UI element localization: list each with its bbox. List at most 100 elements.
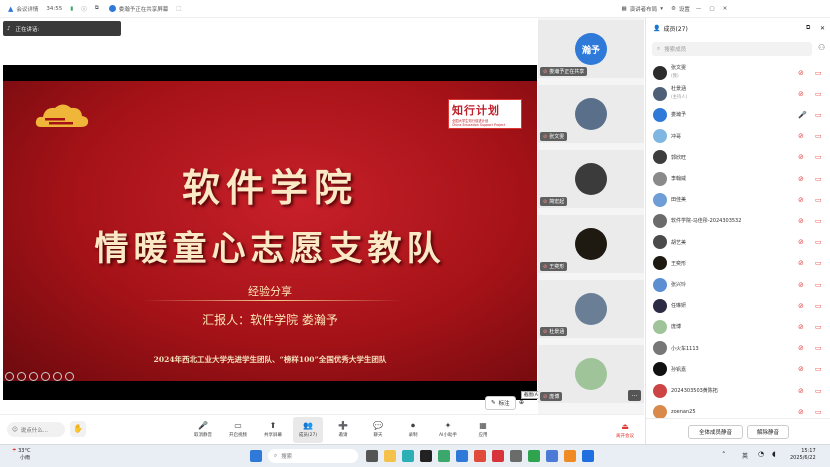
member-row[interactable]: 娄瀚予 🎤 ▭ (646, 104, 830, 125)
mute-all-button[interactable]: 全体成员静音 (688, 425, 743, 439)
toolbar-button-share-screen[interactable]: ⬆ 共享屏幕 (258, 417, 288, 443)
member-row[interactable]: 2024303503黄陈拓 ⊘ ▭ (646, 380, 830, 401)
mic-off-icon[interactable]: ⊘ (798, 238, 804, 246)
member-row[interactable]: 王奕形 ⊘ ▭ (646, 253, 830, 274)
mic-off-icon[interactable]: ⊘ (798, 323, 804, 331)
meeting-app-icon[interactable] (582, 450, 594, 462)
mic-off-icon[interactable]: ⊘ (798, 217, 804, 225)
member-row[interactable]: 庞博 ⊘ ▭ (646, 316, 830, 337)
camera-off-icon[interactable]: ▭ (815, 175, 822, 183)
close-button[interactable]: ✕ (723, 6, 728, 12)
camera-off-icon[interactable]: ▭ (815, 344, 822, 352)
toolbar-button-mic-off[interactable]: 🎤 取消静音 (188, 417, 218, 443)
app-icon-8[interactable] (564, 450, 576, 462)
zoom-icon[interactable]: ⊕ (519, 399, 524, 406)
unmute-all-button[interactable]: 解除静音 (747, 425, 789, 439)
camera-off-icon[interactable]: ▭ (815, 111, 822, 119)
member-row[interactable]: 孙钒嘉 ⊘ ▭ (646, 359, 830, 380)
member-row[interactable]: 张兴玲 ⊘ ▭ (646, 274, 830, 295)
app-icon-5[interactable] (510, 450, 522, 462)
sharing-menu-icon[interactable]: ⬚ (176, 6, 181, 12)
member-row[interactable]: 田佳美 ⊘ ▭ (646, 189, 830, 210)
chat-input[interactable]: ☺ 说点什么... (7, 422, 65, 437)
taskview-icon[interactable] (366, 450, 378, 462)
settings-button[interactable]: ⚙ 设置 (671, 5, 690, 13)
mic-off-icon[interactable]: ⊘ (798, 302, 804, 310)
prev-slide-icon[interactable] (5, 372, 14, 381)
close-panel-icon[interactable]: ✕ (820, 25, 825, 32)
meeting-info[interactable]: ▲ 会议详情 (8, 5, 38, 13)
annotate-button[interactable]: ✎ 标注 (485, 396, 516, 410)
mic-off-icon[interactable]: ⊘ (798, 259, 804, 267)
camera-off-icon[interactable]: ▭ (815, 387, 822, 395)
app-icon-7[interactable] (546, 450, 558, 462)
video-tile[interactable]: ⊘ 简宏起 (538, 150, 644, 208)
member-row[interactable]: 任琳妍 ⊘ ▭ (646, 295, 830, 316)
camera-off-icon[interactable]: ▭ (815, 408, 822, 416)
member-row[interactable]: 郭欣旺 ⊘ ▭ (646, 147, 830, 168)
member-row[interactable]: 胡艺美 ⊘ ▭ (646, 232, 830, 253)
toolbar-button-members[interactable]: 👥 成员(27) (293, 417, 323, 443)
network-icon[interactable]: ◔ (758, 450, 764, 458)
clock[interactable]: 15:17 2025/6/22 (790, 448, 816, 462)
camera-off-icon[interactable]: ▭ (815, 365, 822, 373)
start-icon[interactable] (250, 450, 262, 462)
network-info-icon[interactable]: ⓘ (81, 5, 87, 13)
mic-off-icon[interactable]: ⊘ (798, 196, 804, 204)
toolbar-button-apps[interactable]: ▦ 应用 (468, 417, 498, 443)
edge-icon[interactable] (402, 450, 414, 462)
video-tile[interactable]: ⊘ 王奕形 (538, 215, 644, 273)
camera-off-icon[interactable]: ▭ (815, 153, 822, 161)
member-row[interactable]: 冲哥 ⊘ ▭ (646, 126, 830, 147)
more-icon[interactable] (65, 372, 74, 381)
member-row[interactable]: 张文雯 (我) ⊘ ▭ (646, 62, 830, 83)
mic-off-icon[interactable]: ⊘ (798, 153, 804, 161)
weather-widget[interactable]: ☂ 33°C 小雨 (12, 448, 30, 462)
invite-member-icon[interactable]: ⚇ (818, 43, 825, 52)
file-explorer-icon[interactable] (384, 450, 396, 462)
mic-off-icon[interactable]: ⊘ (798, 387, 804, 395)
volume-icon[interactable]: ◖ (772, 450, 776, 458)
toolbar-button-invite[interactable]: ➕ 邀请 (328, 417, 358, 443)
camera-off-icon[interactable]: ▭ (815, 196, 822, 204)
app-icon-1[interactable] (420, 450, 432, 462)
camera-off-icon[interactable]: ▭ (815, 323, 822, 331)
member-row[interactable]: 软件学院-马佳彤-2024303532 ⊘ ▭ (646, 210, 830, 231)
more-options-icon[interactable]: … (628, 390, 641, 401)
member-row[interactable]: 小火车1113 ⊘ ▭ (646, 338, 830, 359)
toolbar-button-camera-off[interactable]: ▭ 开启视频 (223, 417, 253, 443)
mic-off-icon[interactable]: ⊘ (798, 69, 804, 77)
raise-hand-button[interactable]: ✋ (70, 421, 86, 437)
video-tile[interactable]: 瀚予 ⊘ 娄瀚予正在共享 (538, 20, 644, 78)
camera-off-icon[interactable]: ▭ (815, 132, 822, 140)
mic-off-icon[interactable]: ⊘ (798, 90, 804, 98)
taskbar-search[interactable]: ⌕ 搜索 (268, 449, 358, 463)
camera-off-icon[interactable]: ▭ (815, 281, 822, 289)
toolbar-button-record[interactable]: ⏺ 录制 (398, 417, 428, 443)
mic-off-icon[interactable]: ⊘ (798, 365, 804, 373)
pen-icon[interactable] (29, 372, 38, 381)
popout-icon[interactable]: ⧉ (95, 5, 99, 12)
mic-off-icon[interactable]: ⊘ (798, 281, 804, 289)
popout-panel-icon[interactable]: ⧉ (806, 24, 810, 32)
language-indicator[interactable]: 英 (742, 451, 748, 460)
camera-off-icon[interactable]: ▭ (815, 69, 822, 77)
minimize-button[interactable]: — (696, 6, 702, 12)
camera-off-icon[interactable]: ▭ (815, 238, 822, 246)
zoom-icon[interactable] (53, 372, 62, 381)
tray-chevron-icon[interactable]: ˄ (722, 451, 726, 459)
wps-icon[interactable] (492, 450, 504, 462)
camera-off-icon[interactable]: ▭ (815, 217, 822, 225)
toolbar-button-ai-assistant[interactable]: ✦ AI小助手 (433, 417, 463, 443)
mic-off-icon[interactable]: ⊘ (798, 408, 804, 416)
maximize-button[interactable]: ▢ (709, 6, 714, 12)
next-slide-icon[interactable] (17, 372, 26, 381)
video-tile[interactable]: ⊘ 张文雯 (538, 85, 644, 143)
member-search-input[interactable]: ⌕ 搜索成员 (652, 42, 812, 56)
app-icon-3[interactable] (456, 450, 468, 462)
camera-off-icon[interactable]: ▭ (815, 259, 822, 267)
mic-off-icon[interactable]: ⊘ (798, 175, 804, 183)
mic-off-icon[interactable]: ⊘ (798, 132, 804, 140)
video-tile[interactable]: ⊘ 杜景涵 (538, 280, 644, 338)
layout-button[interactable]: ▦ 演讲者布局 ▾ (621, 5, 662, 13)
